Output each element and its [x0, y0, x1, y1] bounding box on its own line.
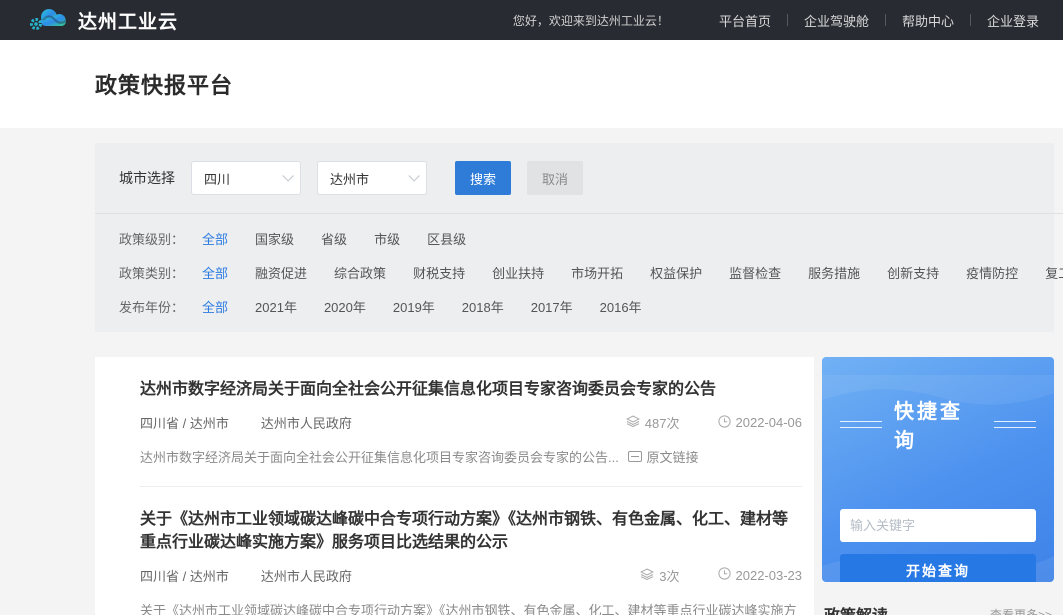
- title-band: 政策快报平台: [0, 40, 1063, 128]
- search-button[interactable]: 搜索: [455, 161, 511, 195]
- category-option[interactable]: 权益保护: [650, 263, 702, 282]
- category-option[interactable]: 创新支持: [887, 263, 939, 282]
- start-query-button[interactable]: 开始查询: [840, 554, 1036, 582]
- policy-category-row: 政策类别： 全部 融资促进 综合政策 财税支持 创业扶持 市场开拓 权益保护 监…: [119, 263, 1030, 282]
- province-select[interactable]: 四川: [191, 161, 301, 195]
- policy-reading-header: 政策解读 查看更多>>: [822, 602, 1054, 615]
- title-decoration-line: [994, 421, 1036, 428]
- category-option[interactable]: 创业扶持: [492, 263, 544, 282]
- brand-name: 达州工业云: [78, 7, 178, 34]
- policy-source: 达州市人民政府: [261, 413, 352, 432]
- city-select[interactable]: 达州市: [317, 161, 427, 195]
- brand-logo[interactable]: 达州工业云: [28, 4, 178, 37]
- publish-date: 2022-03-23: [736, 568, 803, 583]
- nav-enterprise-login[interactable]: 企业登录: [971, 11, 1055, 30]
- policy-list: 达州市数字经济局关于面向全社会公开征集信息化项目专家咨询委员会专家的公告 四川省…: [95, 357, 814, 615]
- policy-summary: 关于《达州市工业领域碳达峰碳中合专项行动方案》《达州市钢铁、有色金属、化工、建材…: [140, 603, 797, 615]
- policy-item: 关于《达州市工业领域碳达峰碳中合专项行动方案》《达州市钢铁、有色金属、化工、建材…: [140, 487, 802, 615]
- year-option[interactable]: 全部: [202, 297, 228, 316]
- filter-panel: 城市选择 四川 达州市 搜索 取消 政策级别： 全部 国家级 省级 市级 区县级…: [95, 143, 1054, 332]
- year-option[interactable]: 2016年: [600, 297, 642, 316]
- quick-query-title: 快捷查询: [894, 395, 982, 453]
- quick-query-card: 快捷查询 开始查询: [822, 357, 1054, 582]
- city-select-value: 达州市: [330, 169, 369, 188]
- top-bar: 达州工业云 您好，欢迎来到达州工业云！ 平台首页 企业驾驶舱 帮助中心 企业登录: [0, 0, 1063, 40]
- year-option[interactable]: 2018年: [462, 297, 504, 316]
- title-decoration-line: [840, 421, 882, 428]
- category-option[interactable]: 综合政策: [334, 263, 386, 282]
- level-option-province[interactable]: 省级: [321, 229, 347, 248]
- view-count: 487次: [645, 413, 680, 432]
- year-option[interactable]: 2021年: [255, 297, 297, 316]
- policy-title[interactable]: 达州市数字经济局关于面向全社会公开征集信息化项目专家咨询委员会专家的公告: [140, 378, 802, 401]
- year-option[interactable]: 2020年: [324, 297, 366, 316]
- city-select-label: 城市选择: [119, 168, 175, 188]
- province-select-value: 四川: [204, 169, 230, 188]
- nav-help-center[interactable]: 帮助中心: [886, 11, 970, 30]
- policy-level-row: 政策级别： 全部 国家级 省级 市级 区县级: [119, 229, 1030, 248]
- views-icon: [626, 415, 640, 430]
- category-option[interactable]: 疫情防控: [966, 263, 1018, 282]
- level-option-county[interactable]: 区县级: [427, 229, 466, 248]
- cancel-button[interactable]: 取消: [527, 161, 583, 195]
- original-link-label: 原文链接: [646, 446, 698, 469]
- policy-category-label: 政策类别：: [119, 263, 184, 282]
- year-option[interactable]: 2019年: [393, 297, 435, 316]
- category-option[interactable]: 融资促进: [255, 263, 307, 282]
- original-link[interactable]: 原文链接: [628, 446, 698, 469]
- category-option[interactable]: 财税支持: [413, 263, 465, 282]
- sidebar: 快捷查询 开始查询 政策解读 查看更多>>: [822, 357, 1054, 615]
- keyword-input[interactable]: [840, 509, 1036, 542]
- policy-level-label: 政策级别：: [119, 229, 184, 248]
- publish-date: 2022-04-06: [736, 415, 803, 430]
- level-option-city[interactable]: 市级: [374, 229, 400, 248]
- policy-source: 达州市人民政府: [261, 566, 352, 585]
- clock-icon: [718, 415, 731, 431]
- publish-year-row: 发布年份： 全部 2021年 2020年 2019年 2018年 2017年 2…: [119, 297, 1030, 316]
- category-option[interactable]: 监督检查: [729, 263, 781, 282]
- policy-region: 四川省 / 达州市: [140, 566, 229, 585]
- level-option-all[interactable]: 全部: [202, 229, 228, 248]
- chevron-down-icon: [282, 170, 293, 181]
- category-option[interactable]: 复工复产: [1045, 263, 1063, 282]
- filter-divider: [95, 213, 1063, 214]
- policy-item: 达州市数字经济局关于面向全社会公开征集信息化项目专家咨询委员会专家的公告 四川省…: [140, 357, 802, 487]
- nav-platform-home[interactable]: 平台首页: [703, 11, 787, 30]
- chevron-down-icon: [408, 170, 419, 181]
- policy-summary: 达州市数字经济局关于面向全社会公开征集信息化项目专家咨询委员会专家的公告...: [140, 450, 619, 465]
- clock-icon: [718, 567, 731, 583]
- policy-reading-title: 政策解读: [824, 602, 888, 615]
- year-option[interactable]: 2017年: [531, 297, 573, 316]
- policy-title[interactable]: 关于《达州市工业领域碳达峰碳中合专项行动方案》《达州市钢铁、有色金属、化工、建材…: [140, 508, 802, 554]
- views-icon: [640, 568, 654, 583]
- link-icon: [628, 446, 642, 469]
- welcome-text: 您好，欢迎来到达州工业云！: [513, 12, 669, 29]
- cloud-gear-logo-icon: [28, 4, 70, 37]
- top-nav: 平台首页 企业驾驶舱 帮助中心 企业登录: [703, 11, 1055, 30]
- page-title: 政策快报平台: [95, 68, 233, 100]
- category-option[interactable]: 市场开拓: [571, 263, 623, 282]
- level-option-national[interactable]: 国家级: [255, 229, 294, 248]
- nav-enterprise-cockpit[interactable]: 企业驾驶舱: [788, 11, 885, 30]
- publish-year-label: 发布年份：: [119, 297, 184, 316]
- category-option[interactable]: 全部: [202, 263, 228, 282]
- policy-region: 四川省 / 达州市: [140, 413, 229, 432]
- view-count: 3次: [659, 566, 679, 585]
- category-option[interactable]: 服务措施: [808, 263, 860, 282]
- view-more-link[interactable]: 查看更多>>: [990, 606, 1052, 615]
